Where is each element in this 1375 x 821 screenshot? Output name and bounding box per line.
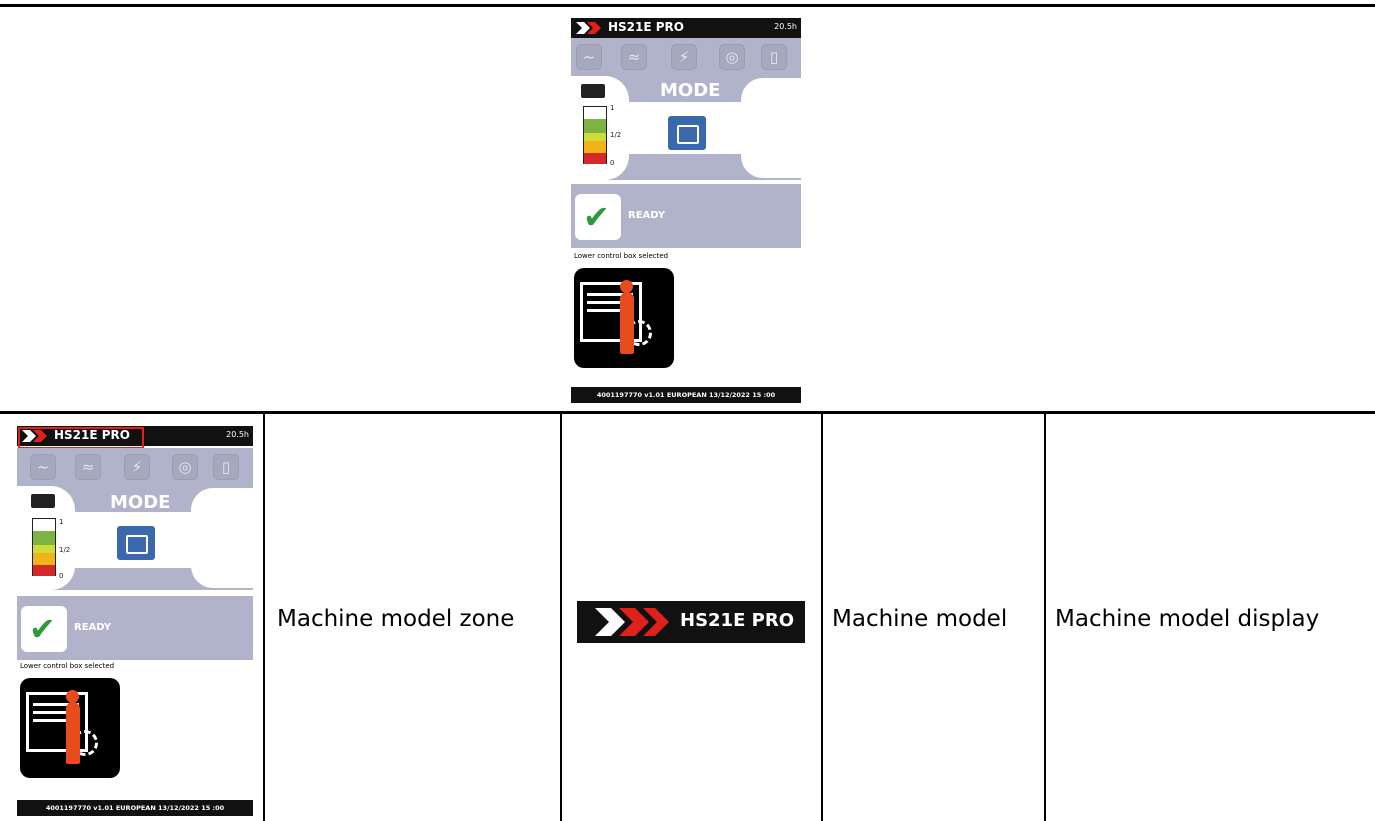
lightning-icon: ⚡ xyxy=(124,454,150,480)
operator-pictogram xyxy=(20,678,120,778)
heat-plug-icon: ≈ xyxy=(75,454,101,480)
battery-mode-button[interactable] xyxy=(668,116,706,150)
status-icon-bar: ~ ≈ ⚡ ◎ ▯ xyxy=(17,448,253,486)
battery-icon xyxy=(581,84,605,98)
status-icon-bar: ~ ≈ ⚡ ◎ ▯ xyxy=(571,38,801,76)
gauge-label-half: 1/2 xyxy=(610,131,622,139)
mode-label: MODE xyxy=(110,492,171,513)
brand-chevrons-icon xyxy=(576,22,601,34)
footer-info: 4001197770 v1.01 EUROPEAN 13/12/2022 15 … xyxy=(571,387,801,403)
title-bar: HS21E PRO 20.5h xyxy=(571,18,801,38)
table-top-rule xyxy=(0,411,1375,414)
battery-gauge xyxy=(32,518,56,576)
tilt-alarm-icon: ▯ xyxy=(213,454,239,480)
machine-model-logo: HS21E PRO xyxy=(577,601,805,643)
gauge-label-full: 1 xyxy=(59,518,64,526)
lower-control-text: Lower control box selected xyxy=(574,252,669,260)
battery-gauge xyxy=(583,106,607,164)
overload-icon: ◎ xyxy=(719,44,745,70)
overload-icon: ◎ xyxy=(172,454,198,480)
brand-chevrons-icon xyxy=(595,608,669,636)
machine-model-title: HS21E PRO xyxy=(608,20,684,34)
gauge-label-empty: 0 xyxy=(610,159,615,167)
top-rule xyxy=(0,4,1375,7)
status-bar: ✔ READY xyxy=(17,594,253,660)
battery-icon xyxy=(31,494,55,508)
table-divider-1 xyxy=(263,413,265,821)
gauge-label-half: 1/2 xyxy=(59,546,71,554)
checkmark-icon: ✔ xyxy=(583,198,610,236)
lightning-icon: ⚡ xyxy=(671,44,697,70)
checkmark-icon: ✔ xyxy=(29,610,56,648)
status-text: READY xyxy=(74,622,112,633)
lower-control-text: Lower control box selected xyxy=(20,662,115,670)
gauge-label-empty: 0 xyxy=(59,572,64,580)
battery-mode-button[interactable] xyxy=(117,526,155,560)
mode-label: MODE xyxy=(660,80,721,101)
charger-plug-icon: ~ xyxy=(30,454,56,480)
gauge-label-full: 1 xyxy=(610,104,615,112)
model-zone-highlight xyxy=(18,427,144,449)
table-divider-4 xyxy=(1044,413,1046,821)
hour-meter: 20.5h xyxy=(774,22,797,31)
hour-meter: 20.5h xyxy=(226,430,249,439)
control-screen-small: HS21E PRO 20.5h ~ ≈ ⚡ ◎ ▯ MODE 1 1/2 0 ✔… xyxy=(17,426,253,816)
operator-pictogram xyxy=(574,268,674,368)
table-divider-2 xyxy=(560,413,562,821)
logo-model-text: HS21E PRO xyxy=(680,610,794,631)
description-cell: Machine model display xyxy=(1055,606,1320,632)
table-divider-3 xyxy=(821,413,823,821)
charger-plug-icon: ~ xyxy=(576,44,602,70)
element-cell: Machine model xyxy=(832,606,1008,632)
mode-panel: MODE 1 1/2 0 xyxy=(571,76,801,180)
status-text: READY xyxy=(628,210,666,221)
ready-indicator: ✔ xyxy=(575,194,621,240)
control-screen-large: HS21E PRO 20.5h ~ ≈ ⚡ ◎ ▯ MODE 1 1/2 0 ✔… xyxy=(571,18,801,403)
tilt-alarm-icon: ▯ xyxy=(761,44,787,70)
zone-cell: Machine model zone xyxy=(277,606,515,632)
mode-panel: MODE 1 1/2 0 xyxy=(17,486,253,590)
status-bar: ✔ READY xyxy=(571,182,801,248)
heat-plug-icon: ≈ xyxy=(621,44,647,70)
ready-indicator: ✔ xyxy=(21,606,67,652)
footer-info: 4001197770 v1.01 EUROPEAN 13/12/2022 15 … xyxy=(17,800,253,816)
